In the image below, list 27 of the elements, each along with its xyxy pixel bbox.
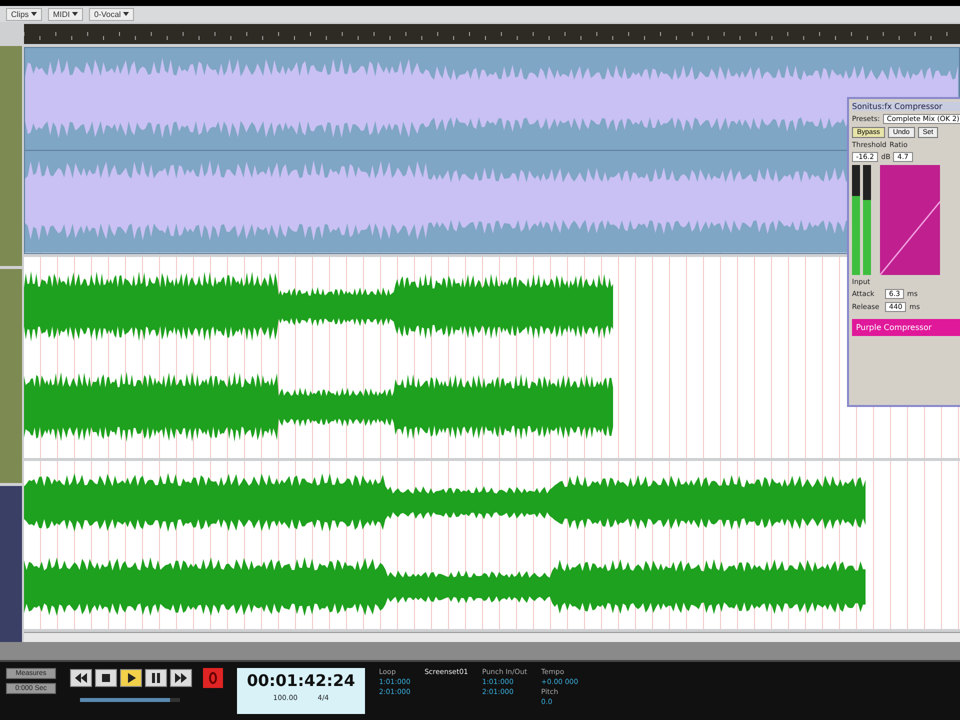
track-header[interactable]: [0, 486, 22, 642]
track-header[interactable]: [0, 269, 22, 484]
window-title: Sonitus:fx Compressor: [852, 102, 960, 111]
transport-button[interactable]: [120, 669, 142, 687]
splitter-bar[interactable]: [0, 642, 960, 662]
horizontal-scrollbar[interactable]: [24, 632, 960, 642]
caret-icon: [72, 12, 78, 16]
toolbar-dropdown[interactable]: Clips: [6, 8, 42, 20]
time-readout: 00:01:42:24: [246, 671, 356, 690]
caret-icon: [123, 12, 130, 16]
track-header[interactable]: [0, 46, 22, 266]
scrub-slider[interactable]: [80, 698, 180, 702]
fast-forward-icon: [175, 673, 187, 683]
caret-icon: [31, 12, 38, 16]
pause-icon: [150, 673, 162, 683]
plugin-name-banner: Purple Compressor: [852, 319, 960, 336]
toolbar-dropdown[interactable]: 0-Vocal: [89, 8, 134, 20]
transport-button[interactable]: [95, 669, 117, 687]
transport-button[interactable]: [170, 669, 192, 687]
transport-button[interactable]: [145, 669, 167, 687]
play-icon: [125, 673, 137, 683]
stop-icon: [100, 673, 112, 683]
transport-button[interactable]: [70, 669, 92, 687]
rewind-icon: [75, 673, 87, 683]
audio-clip[interactable]: [24, 47, 960, 254]
record-button[interactable]: [203, 668, 223, 688]
toolbar-dropdown[interactable]: MIDI: [48, 8, 84, 20]
